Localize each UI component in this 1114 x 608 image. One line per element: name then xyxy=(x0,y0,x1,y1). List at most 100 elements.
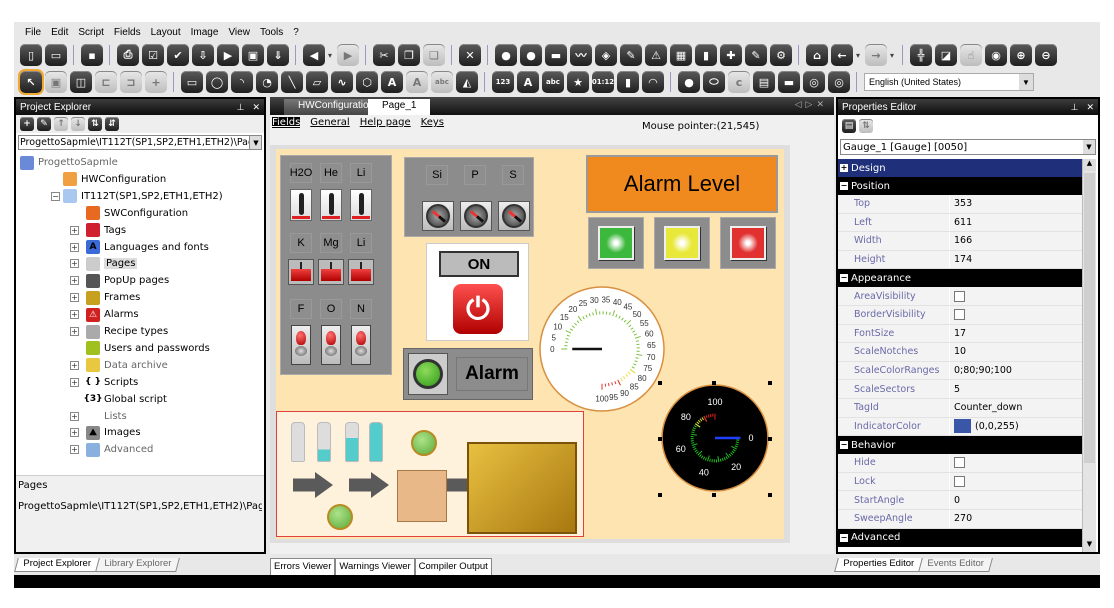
redo-icon[interactable]: ▶ xyxy=(337,44,359,66)
tree-item[interactable]: Lists xyxy=(86,408,127,425)
meter-icon[interactable]: ▮ xyxy=(695,44,717,66)
property-category[interactable]: − Appearance xyxy=(838,269,1084,288)
process-image-box[interactable] xyxy=(276,411,584,537)
tree-item[interactable]: ProgettoSapmle xyxy=(20,154,118,171)
subtab-general[interactable]: General xyxy=(310,117,349,128)
thermo-settings-icon[interactable]: ⚙ xyxy=(770,44,792,66)
pointer-icon[interactable]: ↖ xyxy=(18,69,44,95)
touch-icon[interactable]: ☝ xyxy=(960,44,982,66)
property-row[interactable]: ScaleSectors 5 xyxy=(838,380,1084,399)
tab-errors-viewer[interactable]: Errors Viewer xyxy=(270,558,336,576)
indicator-lamp[interactable] xyxy=(588,217,644,269)
menu-fields[interactable]: Fields xyxy=(109,27,146,38)
ruler-icon[interactable]: ▤ xyxy=(753,71,775,93)
thermometer-icon[interactable] xyxy=(290,189,312,221)
menu-view[interactable]: View xyxy=(223,27,255,38)
close-icon[interactable]: ✕ xyxy=(1086,102,1094,113)
expand-icon[interactable]: + xyxy=(70,411,79,421)
property-value[interactable]: 17 xyxy=(950,325,1084,343)
download-icon[interactable]: ⇩ xyxy=(192,44,214,66)
sort-az-icon[interactable]: ⇅ xyxy=(88,117,102,131)
gauge-scale[interactable]: 0 5 10152025 30 35 40455055 60 65 70 758085909510… xyxy=(538,285,666,413)
dial-icon[interactable]: ◎ xyxy=(828,71,850,93)
categorized-icon[interactable]: ▤ xyxy=(842,119,856,133)
expand-icon[interactable]: + xyxy=(70,445,79,455)
property-row[interactable]: FontSize 17 xyxy=(838,324,1084,344)
expand-icon[interactable]: + xyxy=(840,164,848,172)
polygon-icon[interactable]: ▱ xyxy=(306,71,328,93)
copy-icon[interactable]: ❐ xyxy=(398,44,420,66)
selection-handle[interactable] xyxy=(768,493,772,497)
tab-project-explorer[interactable]: Project Explorer xyxy=(14,558,100,572)
picture-icon[interactable]: ◭ xyxy=(456,71,478,93)
property-value[interactable]: Counter_down xyxy=(950,399,1084,417)
expand-icon[interactable]: + xyxy=(70,360,79,370)
tree-item[interactable]: SWConfiguration xyxy=(86,205,188,222)
grid-icon[interactable]: ╬ xyxy=(910,44,932,66)
properties-scrollbar[interactable]: ▲ ▼ xyxy=(1082,159,1096,552)
pie-icon[interactable]: ◔ xyxy=(256,71,278,93)
gauge-icon[interactable]: ◠ xyxy=(642,71,664,93)
property-row[interactable]: Left 611 xyxy=(838,213,1084,233)
property-row[interactable]: IndicatorColor (0,0,255) xyxy=(838,417,1084,437)
property-row[interactable]: ScaleNotches 10 xyxy=(838,343,1084,362)
forward-icon[interactable]: → xyxy=(865,44,887,66)
tree-item[interactable]: IT112T(SP1,SP2,ETH1,ETH2) xyxy=(63,188,223,205)
thermometer-icon[interactable] xyxy=(320,189,342,221)
property-value[interactable]: (0,0,255) xyxy=(950,418,1084,436)
page-canvas[interactable]: ON ⏻ Alarm Alarm Level 0 5 10 15 20 25 3… xyxy=(276,149,784,539)
line-icon[interactable]: ╲ xyxy=(281,71,303,93)
checkbox[interactable] xyxy=(954,309,965,321)
tree-item[interactable]: Frames xyxy=(86,289,140,306)
tree-item[interactable]: Tags xyxy=(86,222,126,239)
bargraph-icon[interactable]: ▮ xyxy=(617,71,639,93)
polyline-icon[interactable]: ∿ xyxy=(331,71,353,93)
tree-item[interactable]: ⚠ Alarms xyxy=(86,306,139,323)
add-icon[interactable]: + xyxy=(20,117,34,131)
rectangle-icon[interactable]: ▭ xyxy=(181,71,203,93)
property-value[interactable]: 0 xyxy=(950,491,1084,509)
pin-icon[interactable]: ⊥ xyxy=(237,102,245,113)
tab-compiler-output[interactable]: Compiler Output xyxy=(414,558,492,576)
collapse-icon[interactable]: − xyxy=(840,182,848,190)
project-path-select[interactable]: ProgettoSapmle\IT112T(SP1,SP2,ETH1,ETH2)… xyxy=(18,135,262,150)
toggle-lever-switch[interactable] xyxy=(351,325,371,365)
menu-script[interactable]: Script xyxy=(73,27,109,38)
selection-handle[interactable] xyxy=(768,381,772,385)
selection-handle[interactable] xyxy=(712,381,716,385)
datetime-icon[interactable]: 01:12 xyxy=(592,71,614,93)
property-value[interactable]: 611 xyxy=(950,214,1084,232)
collapse-icon[interactable]: − xyxy=(840,274,848,283)
subtab-fields[interactable]: Fields xyxy=(272,117,301,128)
property-value[interactable]: 166 xyxy=(950,232,1084,250)
slider-icon[interactable]: ▬ xyxy=(778,71,800,93)
rocker-switch[interactable] xyxy=(288,259,314,285)
checkbox[interactable] xyxy=(954,457,965,469)
subtab-help-page[interactable]: Help page xyxy=(360,117,411,128)
property-row[interactable]: SweepAngle 270 xyxy=(838,509,1084,529)
new-page-icon[interactable]: ▯ xyxy=(20,44,42,66)
arc-icon[interactable]: ◝ xyxy=(231,71,253,93)
ascii-field-icon[interactable]: abc xyxy=(542,71,564,93)
push-button-icon[interactable]: ● xyxy=(520,44,542,66)
alarm-icon[interactable]: ⚠ xyxy=(645,44,667,66)
transfer-icon[interactable]: ⇓ xyxy=(267,44,289,66)
alarm-lamp-button[interactable] xyxy=(408,353,448,395)
text-outline-icon[interactable]: A xyxy=(406,71,428,93)
delete-icon[interactable]: ✕ xyxy=(459,44,481,66)
property-value[interactable]: 5 xyxy=(950,380,1084,398)
property-row[interactable]: TagId Counter_down xyxy=(838,398,1084,418)
dropdown-arrow-icon[interactable]: ▾ xyxy=(890,51,896,60)
property-row[interactable]: BorderVisibility xyxy=(838,305,1084,325)
property-category[interactable]: − Advanced xyxy=(838,528,1084,547)
numeric-field-icon[interactable]: 123 xyxy=(492,71,514,93)
property-category[interactable]: − Position xyxy=(838,177,1084,195)
expand-icon[interactable]: + xyxy=(70,377,79,387)
property-category[interactable]: − Behavior xyxy=(838,436,1084,455)
distribute-icon[interactable]: ⊐ xyxy=(120,71,142,93)
tab-page-1[interactable]: Page_1 xyxy=(368,99,431,115)
cut-icon[interactable]: ✂ xyxy=(373,44,395,66)
add-icon[interactable]: + xyxy=(145,71,167,93)
edit-tag-icon[interactable]: ✎ xyxy=(745,44,767,66)
tab-library-explorer[interactable]: Library Explorer xyxy=(94,558,180,572)
